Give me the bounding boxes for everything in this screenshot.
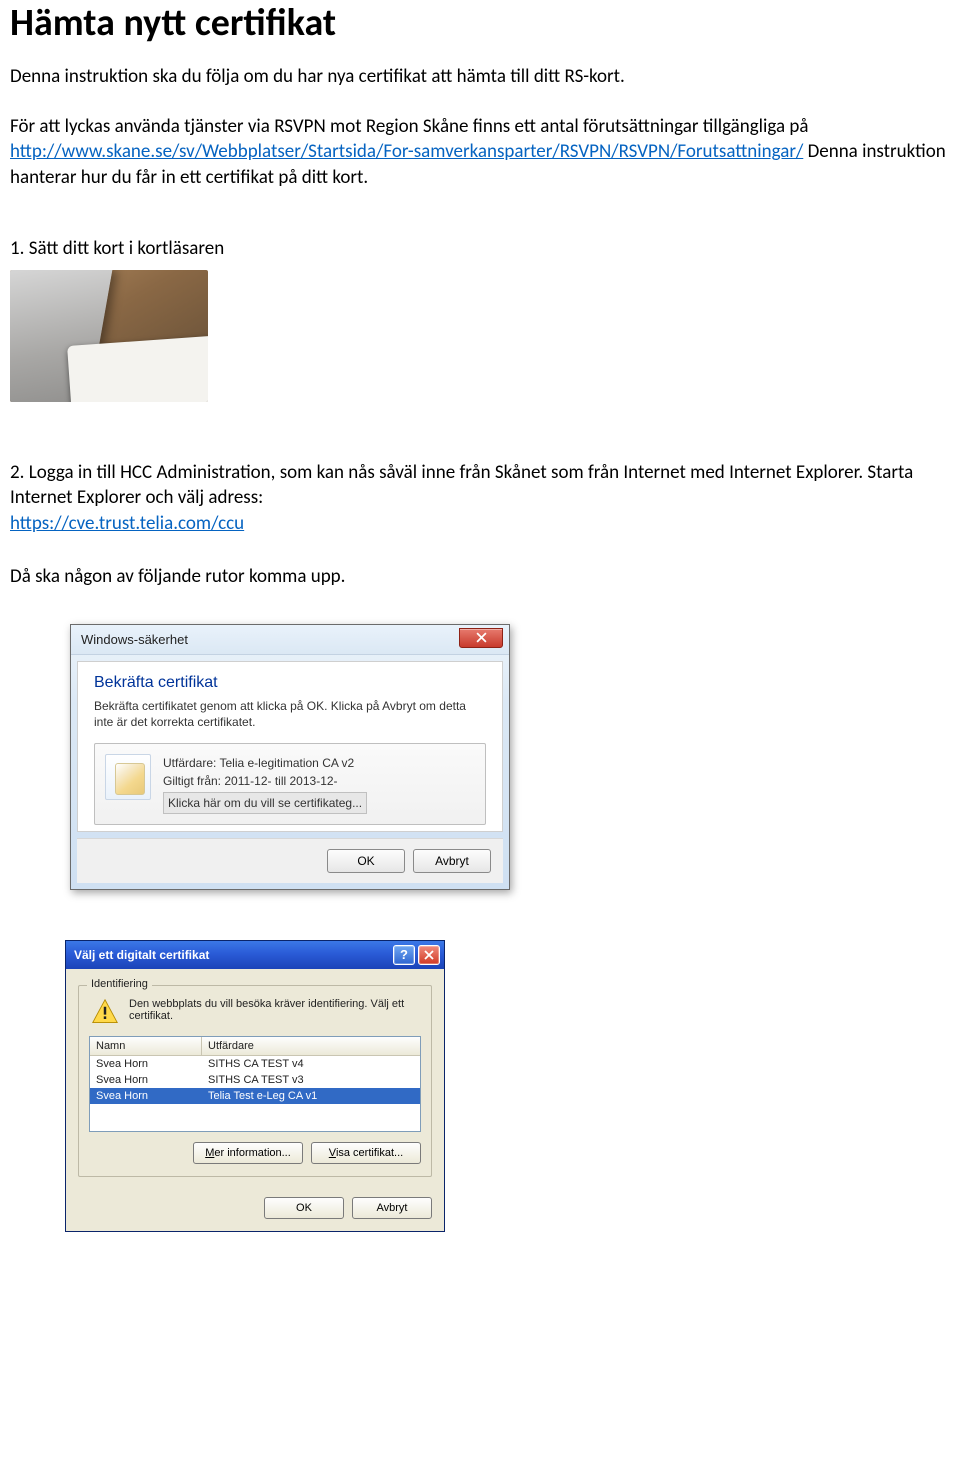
prerequisites-link[interactable]: http://www.skane.se/sv/Webbplatser/Start… <box>10 140 803 163</box>
dialog-titlebar: Välj ett digitalt certifikat ? <box>66 941 444 969</box>
help-button[interactable]: ? <box>393 945 415 965</box>
step-2-label: 2. Logga in till HCC Administration, som… <box>10 460 950 537</box>
dialog-title: Välj ett digitalt certifikat <box>74 948 209 962</box>
cell-name: Svea Horn <box>90 1088 202 1104</box>
page-title: Hämta nytt certifikat <box>10 0 950 46</box>
step-1-label: 1. Sätt ditt kort i kortläsaren <box>10 237 950 260</box>
intro-paragraph-2: För att lyckas använda tjänster via RSVP… <box>10 114 950 191</box>
card-reader-photo <box>10 270 208 402</box>
cancel-button[interactable]: Avbryt <box>413 849 491 873</box>
close-icon <box>424 950 434 960</box>
cert-validity: Giltigt från: 2011-12- till 2013-12- <box>163 772 367 790</box>
ccu-link[interactable]: https://cve.trust.telia.com/ccu <box>10 512 244 535</box>
outro-text: Då ska någon av följande rutor komma upp… <box>10 564 950 590</box>
col-issuer[interactable]: Utfärdare <box>202 1037 420 1055</box>
list-item-selected[interactable]: Svea Horn Telia Test e-Leg CA v1 <box>90 1088 420 1104</box>
certificate-card[interactable]: Utfärdare: Telia e-legitimation CA v2 Gi… <box>94 743 486 825</box>
cell-issuer: Telia Test e-Leg CA v1 <box>202 1088 420 1104</box>
dialog-titlebar: Windows-säkerhet <box>71 625 509 655</box>
identify-message: Den webbplats du vill besöka kräver iden… <box>129 998 421 1022</box>
ok-button[interactable]: OK <box>264 1197 344 1219</box>
cancel-button[interactable]: Avbryt <box>352 1197 432 1219</box>
dialog-title: Windows-säkerhet <box>81 632 188 647</box>
col-name[interactable]: Namn <box>90 1037 202 1055</box>
confirm-cert-dialog: Windows-säkerhet Bekräfta certifikat Bek… <box>70 624 510 889</box>
list-item[interactable]: Svea Horn SITHS CA TEST v4 <box>90 1056 420 1072</box>
intro-2-prefix: För att lyckas använda tjänster via RSVP… <box>10 115 808 138</box>
cell-name: Svea Horn <box>90 1072 202 1088</box>
certificate-list[interactable]: Namn Utfärdare Svea Horn SITHS CA TEST v… <box>89 1036 421 1132</box>
close-button[interactable] <box>418 945 440 965</box>
step-2-text: 2. Logga in till HCC Administration, som… <box>10 461 913 510</box>
intro-paragraph-1: Denna instruktion ska du följa om du har… <box>10 64 950 90</box>
list-item[interactable]: Svea Horn SITHS CA TEST v3 <box>90 1072 420 1088</box>
ok-button[interactable]: OK <box>327 849 405 873</box>
choose-cert-dialog: Välj ett digitalt certifikat ? Identifie… <box>65 940 445 1232</box>
warning-icon <box>91 998 119 1026</box>
cell-issuer: SITHS CA TEST v3 <box>202 1072 420 1088</box>
cert-view-link[interactable]: Klicka här om du vill se certifikateg... <box>163 792 367 814</box>
view-cert-button[interactable]: Visa certifikat... <box>311 1142 421 1164</box>
close-button[interactable] <box>459 628 503 648</box>
groupbox-legend: Identifiering <box>87 978 152 990</box>
cell-issuer: SITHS CA TEST v4 <box>202 1056 420 1072</box>
dialog-sub: Bekräfta certifikatet genom att klicka p… <box>94 698 486 730</box>
cell-name: Svea Horn <box>90 1056 202 1072</box>
dialog-heading: Bekräfta certifikat <box>94 674 486 692</box>
more-info-button[interactable]: Mer information... <box>193 1142 303 1164</box>
certificate-icon <box>105 754 151 800</box>
close-icon <box>476 632 487 643</box>
cert-issuer: Utfärdare: Telia e-legitimation CA v2 <box>163 754 367 772</box>
